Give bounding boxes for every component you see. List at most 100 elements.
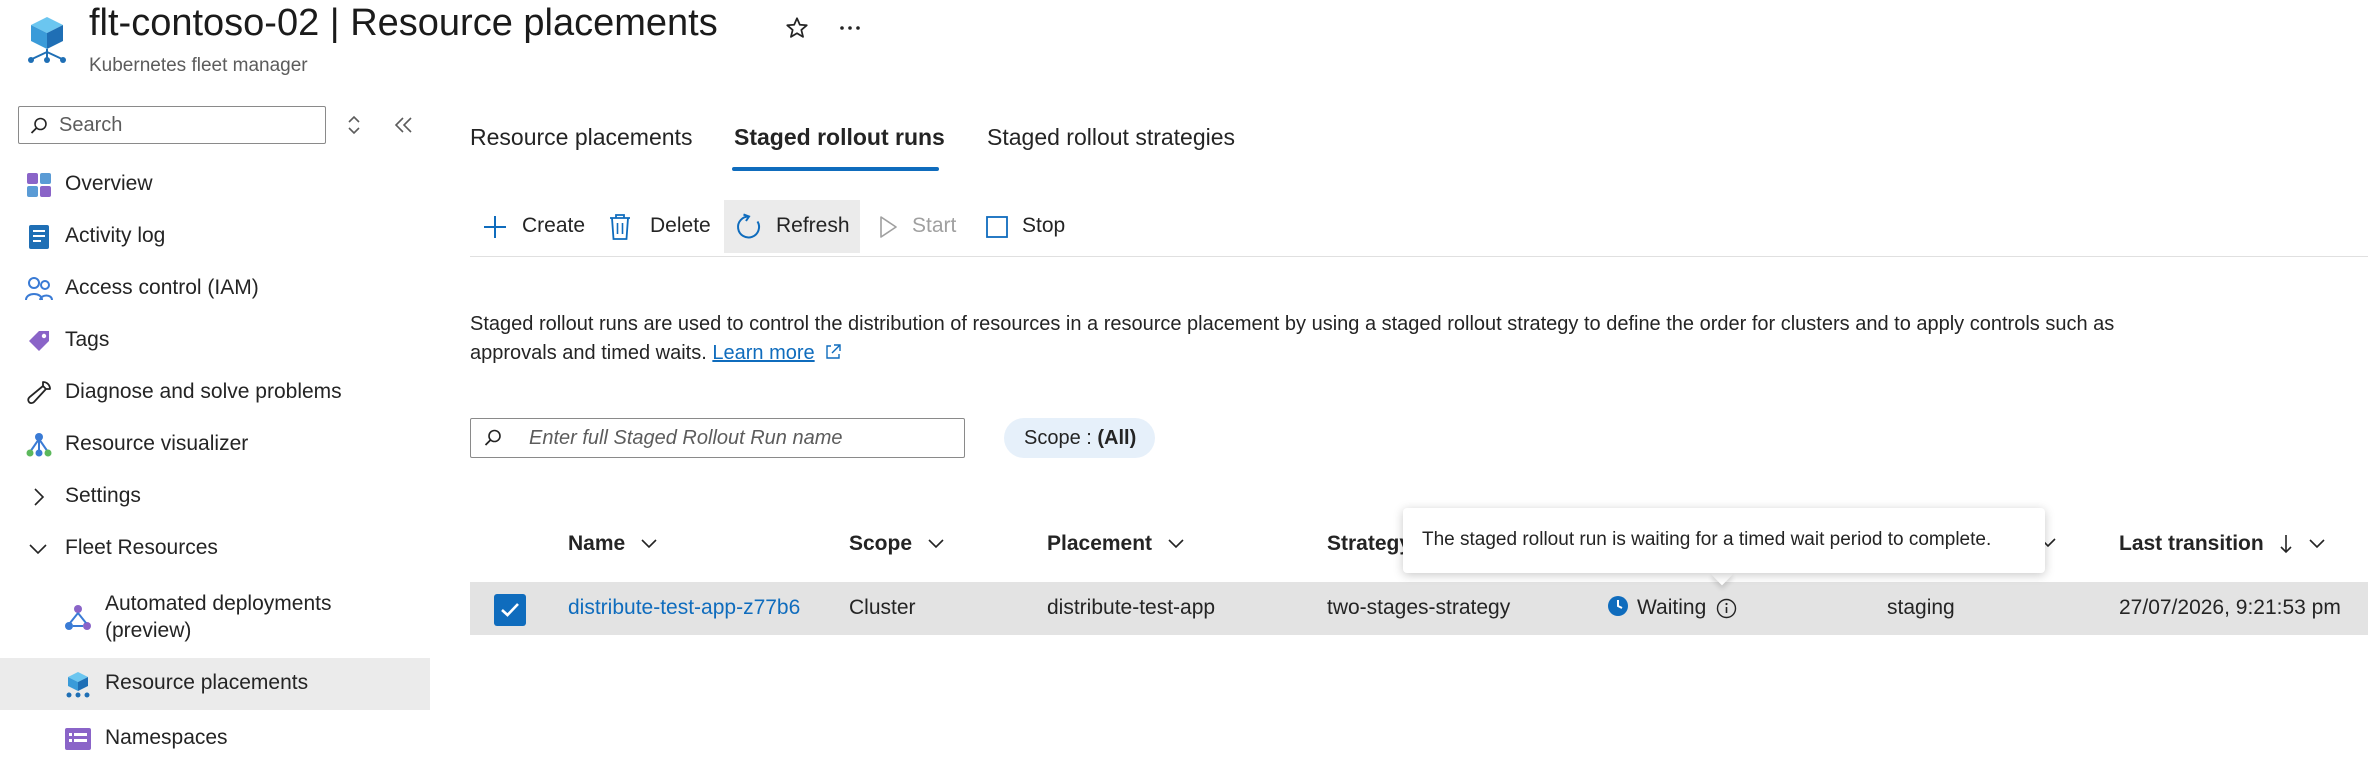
search-icon [29,116,49,136]
people-icon [25,276,53,302]
description: Staged rollout runs are used to control … [470,310,2190,368]
sidebar-search-input[interactable] [59,107,319,143]
sidebar-item-access-control[interactable]: Access control (IAM) [0,264,430,314]
cell-scope: Cluster [849,596,916,619]
run-name-filter[interactable] [470,418,965,458]
chevron-down-icon [926,537,946,551]
sidebar-item-label-line2: (preview) [105,619,192,642]
overview-icon [26,172,52,198]
ellipsis-icon[interactable] [836,18,864,38]
column-header-last-transition[interactable]: Last transition [2119,532,2327,556]
sidebar-item-label: Access control (IAM) [65,276,259,299]
sidebar-item-automated-deployments[interactable]: Automated deployments (preview) [0,584,430,652]
column-label: Strategy [1327,532,1412,555]
cell-strategy: two-stages-strategy [1327,596,1511,619]
cell-last-transition: 27/07/2026, 9:21:53 pm [2119,596,2341,619]
create-button[interactable]: Create [470,200,590,253]
sidebar-item-label: Fleet Resources [65,536,218,559]
cell-placement: distribute-test-app [1047,596,1216,619]
search-icon [483,428,503,448]
column-label: Placement [1047,532,1153,555]
checkmark-icon [500,602,520,618]
column-header-placement[interactable]: Placement [1047,532,1186,556]
chevron-down-icon [1166,537,1186,551]
start-label: Start [912,214,957,237]
refresh-label: Refresh [776,214,850,237]
refresh-icon [735,213,763,241]
chevron-down-icon [27,540,49,558]
status-tooltip: The staged rollout run is waiting for a … [1403,508,2045,573]
sidebar-item-label: Overview [65,172,153,195]
chevron-down-icon [2307,537,2327,551]
chevron-right-icon [30,486,48,508]
arrow-down-icon [2278,533,2294,555]
sidebar-item-activity-log[interactable]: Activity log [0,212,430,262]
sort-toggle-icon[interactable] [345,114,363,136]
sidebar-item-tags[interactable]: Tags [0,316,430,366]
activity-log-icon [27,224,51,250]
play-icon [877,215,899,239]
sidebar-item-label: Settings [65,484,141,507]
sidebar-item-label: Activity log [65,224,166,247]
run-name-input[interactable] [529,419,949,457]
column-label: Scope [849,532,913,555]
trash-icon [608,213,632,241]
column-header-strategy[interactable]: Strategy [1327,532,1411,556]
sidebar-item-label: Diagnose and solve problems [65,380,342,403]
row-checkbox[interactable] [494,594,526,626]
page-subtitle: Kubernetes fleet manager [89,55,308,76]
sidebar-item-settings[interactable]: Settings [0,472,430,522]
refresh-button[interactable]: Refresh [724,200,860,253]
fleet-manager-logo-icon [24,14,70,64]
sidebar-item-label: Resource visualizer [65,432,249,455]
wrench-icon [26,380,52,406]
column-label: Last transition [2119,532,2264,555]
placement-icon [64,670,92,698]
clock-icon [1607,595,1629,617]
run-name-link[interactable]: distribute-test-app-z77b6 [568,596,800,620]
toolbar-divider [470,256,2368,257]
sidebar-item-diagnose[interactable]: Diagnose and solve problems [0,368,430,418]
collapse-sidebar-icon[interactable] [393,114,415,136]
column-header-scope[interactable]: Scope [849,532,946,556]
tab-staged-rollout-runs[interactable]: Staged rollout runs [734,124,945,151]
sidebar-item-namespaces[interactable]: Namespaces [0,712,430,762]
delete-label: Delete [650,214,711,237]
cell-stage: staging [1887,596,1955,619]
sidebar-item-label: Tags [65,328,110,351]
sidebar-search[interactable] [18,106,326,144]
scope-filter-pill[interactable]: Scope : (All) [1004,418,1155,458]
chevron-down-icon [639,537,659,551]
sidebar-item-label: Resource placements [105,671,309,694]
cell-status: Waiting [1637,596,1707,619]
tab-resource-placements[interactable]: Resource placements [470,124,692,151]
plus-icon [482,214,508,240]
sidebar-item-label: Namespaces [105,726,228,749]
learn-more-link[interactable]: Learn more [712,342,814,364]
external-link-icon [824,343,842,361]
namespace-icon [64,726,92,752]
create-label: Create [522,214,586,237]
sidebar-item-resource-visualizer[interactable]: Resource visualizer [0,420,430,470]
start-button[interactable]: Start [868,200,968,253]
deployment-icon [64,604,92,632]
sidebar-item-overview[interactable]: Overview [0,160,430,210]
active-tab-indicator [732,167,939,171]
page-title: flt-contoso-02 | Resource placements [89,2,718,44]
sidebar-item-fleet-resources[interactable]: Fleet Resources [0,524,430,574]
column-label: Name [568,532,626,555]
tab-staged-rollout-strategies[interactable]: Staged rollout strategies [987,124,1235,151]
hierarchy-icon [25,432,53,458]
star-icon[interactable] [784,15,810,41]
scope-value: (All) [1097,427,1137,449]
scope-label: Scope : [1024,427,1098,449]
delete-button[interactable]: Delete [598,200,718,253]
stop-icon [985,215,1009,239]
sidebar-item-resource-placements[interactable]: Resource placements [0,658,430,710]
stop-button[interactable]: Stop [976,200,1076,253]
info-icon[interactable] [1716,598,1737,619]
stop-label: Stop [1022,214,1066,237]
column-header-name[interactable]: Name [568,532,659,556]
sidebar-item-label: Automated deployments [105,592,332,615]
tag-icon [26,328,52,354]
